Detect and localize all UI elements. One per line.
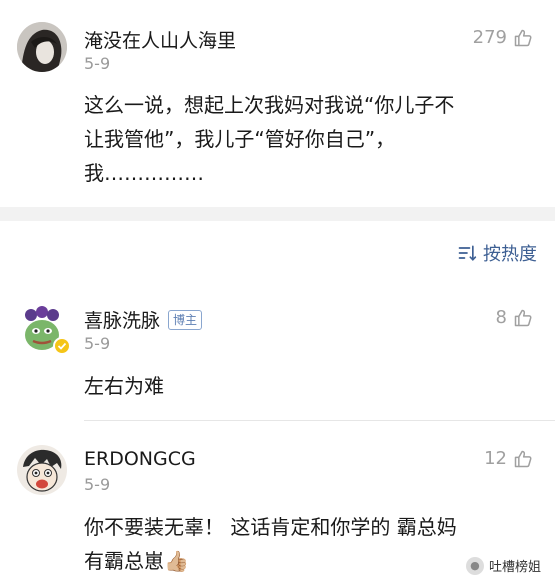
comment-text: 这么一说，想起上次我妈对我说“你儿子不 让我管他”，我儿子“管好你自己”， 我…… <box>84 88 544 190</box>
comment-date: 5-9 <box>84 475 111 494</box>
username[interactable]: 淹没在人山人海里 <box>84 26 236 53</box>
like-count: 279 <box>472 27 507 48</box>
thumbs-up-icon <box>514 450 532 467</box>
watermark-label: 吐槽榜姐 <box>488 560 541 575</box>
comment-line: 我…………… <box>84 161 204 185</box>
comment-date: 5-9 <box>84 334 111 353</box>
sort-label: 按热度 <box>483 244 537 265</box>
sort-by-hot-button[interactable]: 按热度 <box>457 240 537 266</box>
comment-line: 左右为难 <box>84 374 164 398</box>
like-button[interactable]: 12 <box>484 448 533 469</box>
blogger-badge: 博主 <box>168 309 203 330</box>
sort-icon <box>458 245 477 261</box>
username[interactable]: ERDONGCG <box>84 448 196 470</box>
avatar[interactable] <box>17 22 67 72</box>
username-text: 喜脉洗脉 <box>84 310 161 332</box>
comment-line: 这么一说，想起上次我妈对我说“你儿子不 <box>84 93 455 117</box>
comment-line: 让我管他”，我儿子“管好你自己”， <box>84 127 396 151</box>
comment-line: 你不要装无辜！ 这话肯定和你学的 霸总妈 <box>84 515 457 539</box>
thumbs-up-icon <box>514 29 532 46</box>
avatar[interactable] <box>17 445 67 495</box>
section-divider <box>0 207 555 221</box>
like-count: 12 <box>484 448 507 469</box>
like-count: 8 <box>495 307 507 328</box>
wechat-icon: ● <box>465 556 484 575</box>
like-button[interactable]: 279 <box>473 27 533 48</box>
like-button[interactable]: 8 <box>496 307 533 328</box>
verified-badge-icon <box>53 337 71 355</box>
watermark: ● 吐槽榜姐 <box>465 556 541 575</box>
comment-divider <box>84 420 555 421</box>
username[interactable]: 喜脉洗脉 博主 <box>84 306 203 333</box>
thumbs-up-icon <box>514 309 532 326</box>
comment-date: 5-9 <box>84 54 111 73</box>
comment-text: 左右为难 <box>84 369 544 403</box>
